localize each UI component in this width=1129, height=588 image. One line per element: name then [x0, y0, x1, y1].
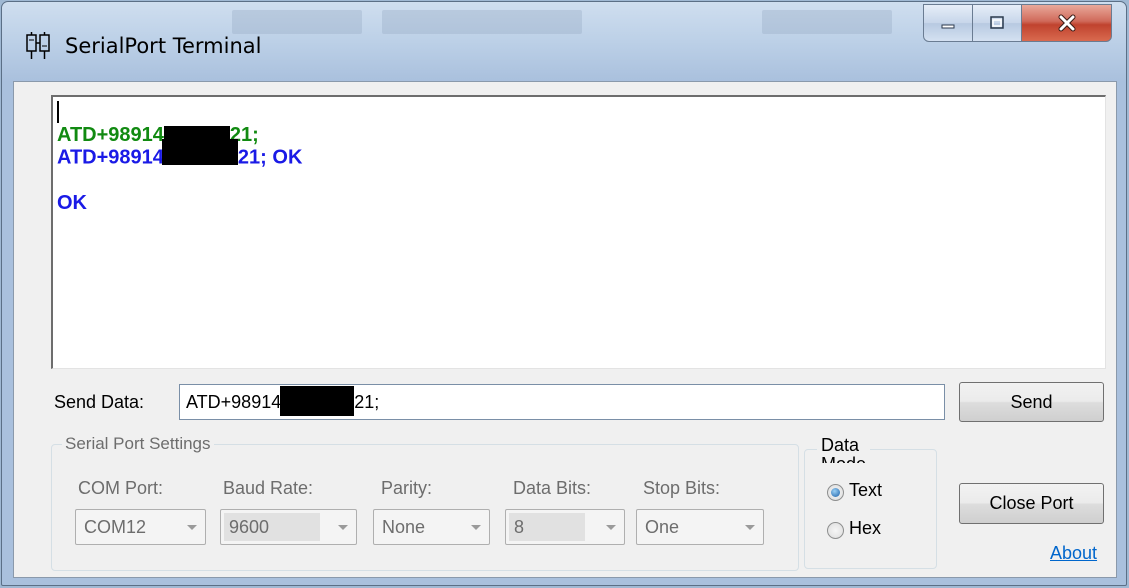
minimize-button[interactable]: [923, 4, 973, 42]
data-mode-group: [804, 449, 937, 569]
terminal-output[interactable]: ATD+98914 21; ATD+98914 21; OK OK: [51, 95, 1106, 369]
serial-port-settings-legend: Serial Port Settings: [62, 434, 214, 454]
stop-bits-label: Stop Bits:: [643, 478, 721, 498]
terminal-line-3: OK: [57, 192, 87, 214]
about-link[interactable]: About: [1050, 543, 1097, 564]
chevron-down-icon: [187, 525, 197, 530]
stop-bits-select[interactable]: One: [636, 509, 764, 545]
close-window-button[interactable]: [1021, 4, 1112, 42]
terminal-line-2: ATD+98914 21; OK: [57, 139, 1105, 167]
chevron-down-icon: [606, 525, 616, 530]
hex-mode-radio[interactable]: [827, 522, 844, 539]
parity-select[interactable]: None: [373, 509, 490, 545]
hex-mode-label[interactable]: Hex: [849, 518, 881, 539]
redaction-box: [161, 139, 238, 165]
chevron-down-icon: [338, 525, 348, 530]
title-bar[interactable]: SerialPort Terminal: [2, 2, 1126, 82]
baud-rate-label: Baud Rate:: [223, 478, 314, 498]
app-window: SerialPort Terminal ATD+98914 21; ATD+98…: [1, 1, 1127, 586]
com-port-label: COM Port:: [78, 478, 164, 498]
close-port-button[interactable]: Close Port: [959, 483, 1104, 524]
serial-port-icon: [26, 32, 50, 59]
window-title: SerialPort Terminal: [65, 34, 262, 58]
text-mode-radio[interactable]: [827, 484, 844, 501]
redaction-box: [280, 386, 355, 417]
data-mode-legend: DataMode: [817, 436, 871, 463]
chevron-down-icon: [745, 525, 755, 530]
com-port-select[interactable]: COM12: [75, 509, 206, 545]
serial-port-settings-group: Serial Port Settings: [51, 434, 799, 571]
maximize-icon: [990, 16, 1004, 29]
send-data-input[interactable]: ATD+98914 21;: [179, 384, 945, 420]
text-mode-label[interactable]: Text: [849, 480, 882, 501]
send-button[interactable]: Send: [959, 382, 1104, 422]
client-area: ATD+98914 21; ATD+98914 21; OK OK Send Dat…: [13, 81, 1117, 578]
text-caret: [57, 101, 59, 123]
send-data-label: Send Data:: [54, 392, 145, 412]
data-bits-select[interactable]: 8: [505, 509, 625, 545]
parity-label: Parity:: [381, 478, 433, 498]
data-bits-label: Data Bits:: [513, 478, 592, 498]
close-icon: [1058, 14, 1075, 32]
chevron-down-icon: [471, 525, 481, 530]
minimize-icon: [941, 24, 955, 29]
baud-rate-select[interactable]: 9600: [220, 509, 357, 545]
maximize-button[interactable]: [972, 4, 1022, 42]
